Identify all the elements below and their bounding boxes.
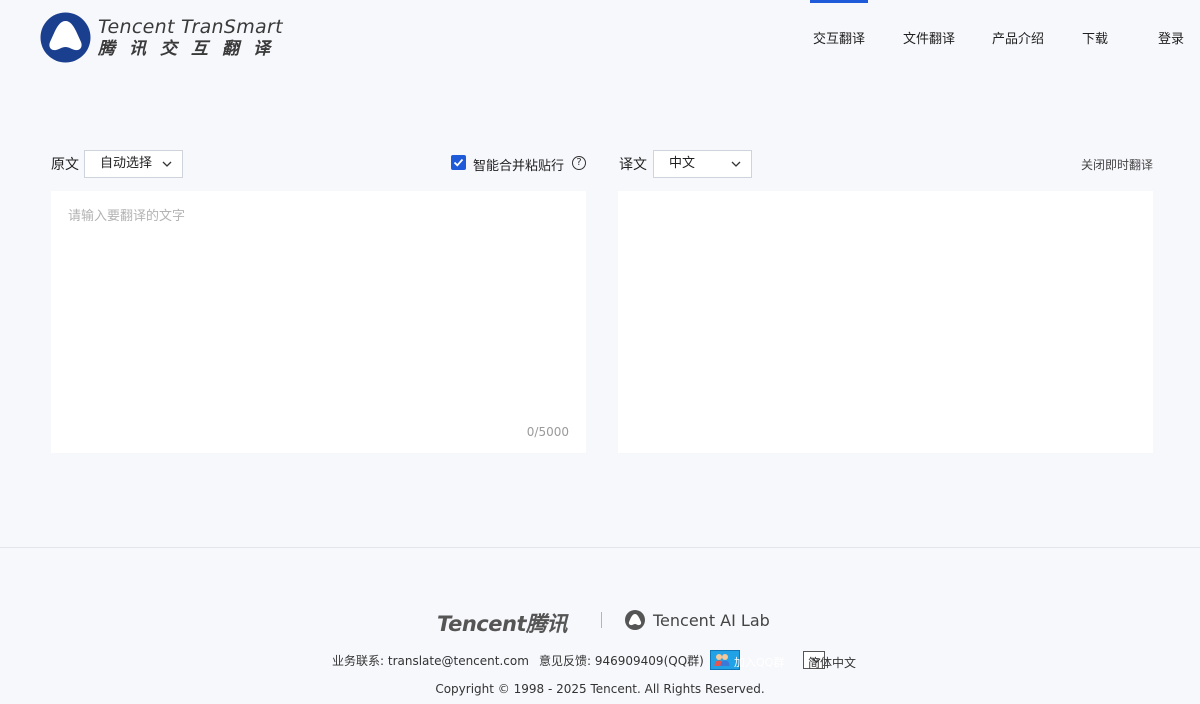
ailab-logo: Tencent AI Lab [624,608,770,632]
nav-interactive-translate[interactable]: 交互翻译 [809,0,869,47]
nav-login[interactable]: 登录 [1158,28,1184,47]
help-icon[interactable]: ? [572,156,586,170]
target-language-value: 中文 [669,156,696,171]
logo-text-cn: 腾讯交互翻译 [98,38,284,59]
business-contact: 业务联系: translate@tencent.com [332,654,529,668]
source-text-input[interactable] [51,191,586,453]
join-qq-label: 加入QQ群 [734,656,785,669]
source-language-select[interactable]: 自动选择 [84,150,183,178]
source-panel: 0/5000 [51,191,586,453]
check-icon [453,158,464,167]
logo[interactable]: Tencent TranSmart 腾讯交互翻译 [40,12,284,63]
translation-output [618,191,1153,219]
chevron-down-icon [731,161,741,167]
target-language-select[interactable]: 中文 [653,150,752,178]
ailab-icon [625,610,645,630]
site-language-select[interactable]: 简体中文 [803,651,856,670]
footer-brand-row: Tencent腾讯 Tencent AI Lab [0,608,1200,636]
nav-download[interactable]: 下载 [1082,28,1108,47]
join-qq-group-button[interactable]: 加入QQ群 [710,650,784,670]
nav-file-translate[interactable]: 文件翻译 [903,28,955,47]
source-label: 原文 [51,157,79,173]
brand-divider [601,612,602,628]
ailab-text: Tencent AI Lab [653,610,770,630]
chevron-down-icon [812,658,821,664]
chevron-down-icon [162,161,172,167]
close-instant-translate-link[interactable]: 关闭即时翻译 [1081,156,1153,173]
footer: Tencent腾讯 Tencent AI Lab 业务联系: translate… [0,547,1200,704]
header: Tencent TranSmart 腾讯交互翻译 交互翻译 文件翻译 产品介绍 … [0,0,1200,76]
source-language-value: 自动选择 [100,156,153,171]
char-counter: 0/5000 [526,425,569,439]
copyright: Copyright © 1998 - 2025 Tencent. All Rig… [435,682,765,696]
target-panel [618,191,1153,453]
smart-merge-checkbox[interactable] [451,155,466,170]
tencent-logo: Tencent腾讯 [437,612,568,636]
feedback-qq: 意见反馈: 946909409(QQ群) [539,654,704,668]
people-icon [714,654,730,666]
transmart-logo-icon [40,12,91,63]
logo-text-en: Tencent TranSmart [98,15,283,38]
smart-merge-label: 智能合并粘贴行 [473,159,565,174]
nav-product-intro[interactable]: 产品介绍 [992,28,1044,47]
target-label: 译文 [619,157,647,173]
contact-row: 业务联系: translate@tencent.com 意见反馈: 946909… [0,649,1200,671]
